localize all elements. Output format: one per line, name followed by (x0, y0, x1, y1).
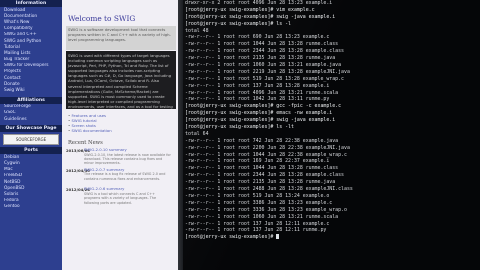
terminal-line: -rw-r--r-- 1 root root 2200 Jun 28 22:38… (185, 144, 350, 151)
terminal-line: -rw-r--r-- 1 root root 519 Jun 28 13:24 … (185, 192, 330, 199)
sourceforge-badge[interactable]: SOURCEFORGE (3, 134, 59, 146)
sidebar-showcase-header: Our Showcase Page (0, 125, 62, 133)
terminal-line: [root@jerry-ux swig-examples]# ls -l (185, 20, 291, 27)
news-body: SWIG-2.0.10 summary SWIG-2.0.10, the late… (84, 147, 172, 166)
terminal-line: -rw-r--r-- 1 root root 2344 Jun 28 13:28… (185, 172, 344, 179)
terminal-line: -rw-r--r-- 1 root root 519 Jun 28 13:28 … (185, 75, 344, 82)
terminal-line: drwxr-xr-x 2 root root 4096 Jun 28 13:23… (185, 0, 333, 6)
terminal-line: -rw-r--r-- 1 root root 1044 Jun 28 13:28… (185, 165, 339, 172)
selected-text-block: SWIG is used with different types of tar… (66, 51, 176, 109)
browser-window: Information Download Documentation What's … (0, 0, 178, 270)
terminal-line: [root@jerry-ux swig-examples]# swig -jav… (185, 117, 336, 124)
terminal-line: total 48 (185, 27, 209, 34)
terminal-window[interactable]: drwxr-xr-x 2 root root 4096 Jun 28 13:23… (183, 0, 480, 270)
news-summary: The release is a bug fix release of SWIG… (84, 172, 166, 181)
terminal-line: [root@jerry-ux swig-examples]# ls -lt (185, 124, 294, 131)
terminal-line: [root@jerry-ux swig-examples]# vim examp… (185, 6, 315, 13)
sidebar-affiliations-header: Affiliations (0, 96, 62, 104)
news-date: 2012/04/30 (66, 167, 90, 173)
news-item: 2012/04/30 SWIG-2.0.7 summary The release … (66, 167, 178, 186)
terminal-line: -rw-r--r-- 1 root root 2344 Jun 28 13:28… (185, 48, 344, 55)
terminal-line: -rw-r--r-- 1 root root 2135 Jun 28 13:28… (185, 55, 336, 62)
terminal-line: -rw-r--r-- 1 root root 137 Jun 28 12:11 … (185, 220, 330, 227)
sidebar-header: Information (0, 0, 62, 7)
terminal-line: -rw-r--r-- 1 root root 1060 Jun 28 13:21… (185, 62, 342, 69)
text-cursor (276, 234, 280, 240)
terminal-line: -rw-r--r-- 1 root root 3336 Jun 28 13:23… (185, 206, 347, 213)
news-item: 2012/04/24 SWIG-2.0.6 summary SWIG is a to… (66, 187, 178, 205)
news-summary: SWIG is a tool which connects C and C++ … (84, 191, 157, 205)
terminal-line: [root@jerry-ux swig-examples]# swig -jav… (185, 13, 336, 20)
terminal-line: -rw-r--r-- 1 root root 137 Jun 28 12:11 … (185, 227, 327, 234)
terminal-line: -rw-r--r-- 1 root root 1042 Jun 28 13:11… (185, 96, 330, 103)
news-item: 2013/06/04 SWIG-2.0.10 summary SWIG-2.0.10… (66, 147, 178, 166)
terminal-prompt-line[interactable]: [root@jerry-ux swig-examples]# (183, 234, 480, 241)
news-date: 2013/06/04 (66, 148, 90, 153)
terminal-line: -rw-r--r-- 1 root root 690 Jun 28 13:23 … (185, 34, 330, 41)
news-body: SWIG-2.0.7 summary The release is a bug f… (84, 167, 172, 186)
terminal-line: [root@jerry-ux swig-examples]# gcc -fpic… (185, 103, 342, 110)
terminal-line: -rw-r--r-- 1 root root 1044 Jun 28 13:28… (185, 41, 339, 48)
terminal-line: -rw-r--r-- 1 root root 1060 Jun 28 13:21… (185, 213, 339, 220)
terminal-line: -rw-r--r-- 1 root root 1044 Jun 28 22:38… (185, 151, 347, 158)
terminal-line: -rw-r--r-- 1 root root 137 Jun 28 13:28 … (185, 82, 330, 89)
terminal-line: [root@jerry-ux swig-examples]# emacs -nw… (185, 110, 333, 117)
terminal-line: -rw-r--r-- 1 root root 4096 Jun 28 13:21… (185, 89, 339, 96)
terminal-line: total 64 (185, 130, 209, 137)
news-date: 2012/04/24 (66, 187, 90, 193)
terminal-line: -rw-r--r-- 1 root root 3386 Jun 28 13:23… (185, 199, 333, 206)
sidebar-port-link[interactable]: Gentoo (0, 204, 62, 210)
terminal-line: -rw-r--r-- 1 root root 169 Jun 28 22:37 … (185, 158, 330, 165)
news-heading: Recent News (68, 140, 103, 146)
terminal-line: -rw-r--r-- 1 root root 742 Jun 28 22:38 … (185, 137, 339, 144)
terminal-line: -rw-r--r-- 1 root root 2488 Jun 28 13:28… (185, 186, 353, 193)
page-content: Welcome to SWIG SWIG is a software devel… (62, 0, 178, 270)
page-title: Welcome to SWIG (68, 14, 136, 23)
news-summary: SWIG-2.0.10, the latest release is now a… (84, 152, 171, 166)
feature-links: Features and usesSWIG tutorialScreen sho… (68, 113, 178, 133)
site-sidebar: Information Download Documentation What's … (0, 0, 62, 270)
intro-paragraph: SWIG is a software development tool that… (66, 26, 176, 50)
photo-of-monitors: Information Download Documentation What's … (0, 0, 480, 270)
terminal-line: -rw-r--r-- 1 root root 2135 Jun 28 13:28… (185, 179, 336, 186)
terminal-prompt: [root@jerry-ux swig-examples]# (185, 234, 277, 241)
sidebar-ports-header: Ports (0, 147, 62, 155)
feature-link[interactable]: SWIG documentation (68, 128, 178, 133)
news-body: SWIG-2.0.6 summary SWIG is a tool which c… (84, 187, 172, 205)
terminal-line: -rw-r--r-- 1 root root 2219 Jun 28 13:28… (185, 68, 350, 75)
